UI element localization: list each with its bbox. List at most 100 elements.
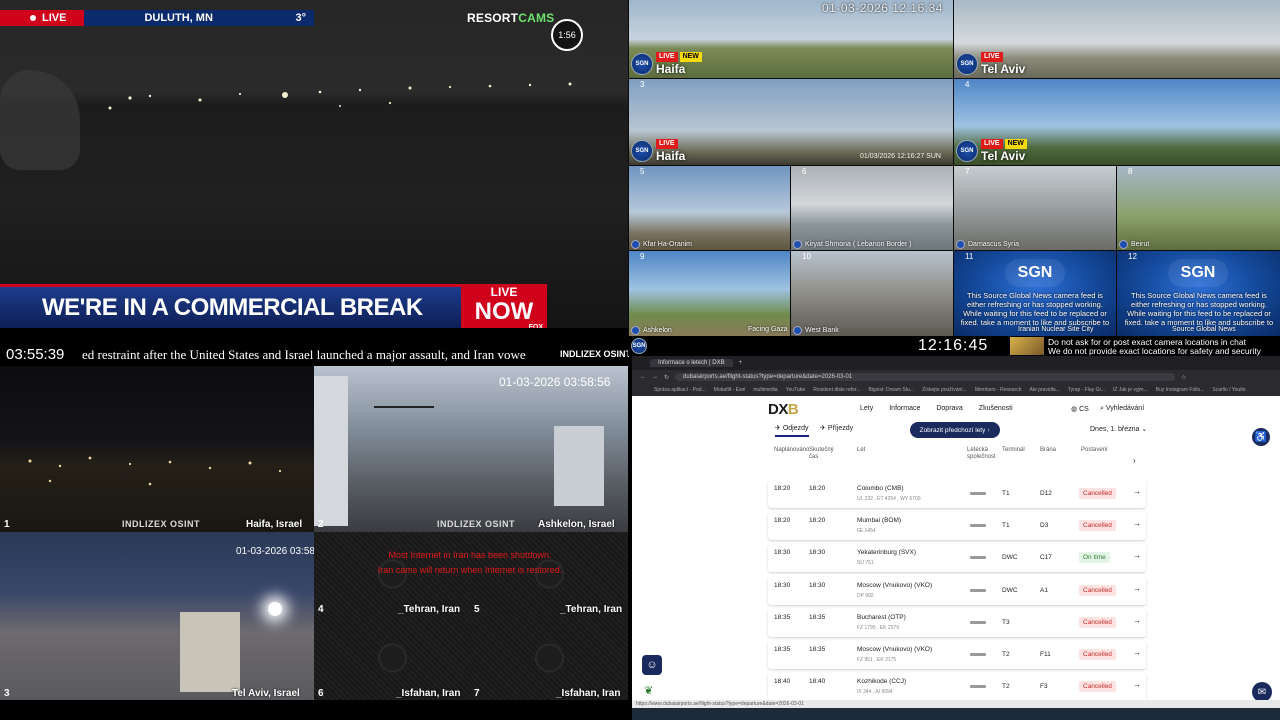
language-switch[interactable]: ◍ CS (1071, 405, 1089, 413)
header-status: Postavení (1081, 447, 1108, 453)
flight-gate: F11 (1040, 651, 1051, 658)
cam-number: 12 (1128, 252, 1137, 261)
cam-kfar-ha-oranim[interactable] (629, 166, 790, 250)
bookmark-item[interactable]: Buy Instagram Follo... (1156, 387, 1205, 393)
cam-location-label: Ashkelon, Israel (538, 519, 615, 530)
cam-label-west-bank: West Bank (793, 326, 839, 335)
flight-actual-time: 18:20 (809, 485, 826, 492)
flight-terminal: T3 (1002, 619, 1010, 626)
bookmark-item[interactable]: Správa aplikací - Pod... (654, 387, 706, 393)
chat-bubble-icon[interactable]: ✉ (1252, 682, 1272, 702)
cam-kiryat-shmona[interactable] (791, 166, 953, 250)
cams-return-message: Iran cams will return when Internet is r… (377, 565, 563, 575)
sgn-badge-tel-aviv: SGN LIVE Tel Aviv (956, 52, 1025, 76)
chevron-right-icon[interactable]: › (1133, 456, 1136, 465)
bookmark-item[interactable]: YouTube (786, 387, 806, 393)
flight-destination: Yekaterinburg (SVX) (857, 549, 917, 556)
url-input[interactable]: dubaiairports.ae/flight-status?type=depa… (675, 373, 1176, 381)
browser-tab[interactable]: Informace o letech | DXB (650, 359, 733, 367)
flight-row[interactable]: 18:35 18:35 Moscow (Vnukovo) (VKO) FZ 95… (768, 641, 1146, 669)
flight-codes: 6E 1454 (857, 528, 876, 534)
flight-row[interactable]: 18:30 18:30 Yekaterinburg (SVX) SU 751 D… (768, 544, 1146, 572)
date-selector[interactable]: Dnes, 1. března ⌄ (1090, 425, 1147, 433)
bookmark-item[interactable]: Resident dtsle refer... (813, 387, 860, 393)
bookmark-item[interactable]: Získejte používání... (922, 387, 967, 393)
tab-departures[interactable]: ✈ Odjezdy (775, 424, 809, 437)
bookmark-item[interactable]: Ale pravidla... (1030, 387, 1060, 393)
sgn-city-label: Haifa (656, 149, 686, 163)
cam-tel-aviv-israel[interactable] (0, 532, 314, 700)
search-link[interactable]: ⌕ Vyhledávání (1100, 405, 1144, 413)
flight-scheduled-time: 18:30 (774, 549, 791, 556)
cam-number: 6 (318, 688, 324, 699)
bookmark-item[interactable]: IZ Jak je vyjm... (1113, 387, 1148, 393)
flight-row[interactable]: 18:35 18:35 Bucharest (OTP) FZ 1795 , EK… (768, 609, 1146, 637)
flight-row[interactable]: 18:20 18:20 Mumbai (BOM) 6E 1454 T1 D3 C… (768, 512, 1146, 540)
header-airline: Letecká společnost (967, 447, 996, 460)
flight-destination: Kozhikode (CCJ) (857, 678, 907, 685)
airline-logo-icon (970, 685, 986, 688)
bookmark-item[interactable]: Scarllo / Youtlo (1212, 387, 1245, 393)
temperature-label: 3° (295, 12, 306, 24)
cam-location-label: _Isfahan, Iran (396, 688, 461, 699)
flight-status-badge: On time (1079, 552, 1110, 563)
live-now-logo: LIVE NOW FOX (461, 284, 547, 331)
sgn-badge-haifa-3: SGN LIVE Haifa (631, 139, 685, 163)
flight-destination: Colombo (CMB) (857, 485, 904, 492)
tab-arrivals[interactable]: ✈ Příjezdy (820, 424, 853, 432)
airline-logo-icon (970, 621, 986, 624)
reload-icon[interactable]: ↻ (664, 374, 669, 381)
sgn-logo-icon: SGN (956, 53, 978, 75)
bookmark-item[interactable]: Mobafilt - Exel (714, 387, 746, 393)
arrow-right-icon: → (1133, 616, 1141, 625)
browser-status-url: https://www.dubaiairports.ae/flight-stat… (632, 700, 1280, 708)
chevron-down-icon: ⌄ (1141, 426, 1148, 433)
cam-west-bank[interactable] (791, 251, 953, 336)
flight-row[interactable]: 18:40 18:40 Kozhikode (CCJ) IX 344 , AI … (768, 673, 1146, 701)
bookmark-item[interactable]: Tyrap - Flay Gr... (1068, 387, 1105, 393)
sgn-logo-icon: SGN (631, 53, 653, 75)
bookmark-item[interactable]: Bigsist: Dream Stu... (868, 387, 914, 393)
sgn-mini-logo-icon (631, 240, 640, 249)
cam-number: 1 (4, 519, 10, 530)
flight-gate: F3 (1040, 683, 1048, 690)
sgn-city-label: Tel Aviv (981, 62, 1026, 76)
forward-icon[interactable]: → (652, 374, 658, 380)
nav-flights[interactable]: Lety (860, 405, 873, 412)
nav-information[interactable]: Informace (889, 405, 920, 412)
sgn-mini-logo-icon (793, 240, 802, 249)
flight-scheduled-time: 18:30 (774, 582, 791, 589)
leaf-icon[interactable]: ❦ (644, 684, 653, 697)
cam-number: 9 (640, 252, 645, 261)
sgn-logo-icon: SGN (631, 338, 647, 354)
cam-beirut[interactable] (1117, 166, 1280, 250)
cam-ashkelon-israel[interactable] (314, 366, 628, 532)
sgn-badge-haifa: SGN LIVE NEW Haifa (631, 52, 702, 76)
bookmark-item[interactable]: Members - Research (975, 387, 1022, 393)
cam-ashkelon-sgn[interactable] (629, 251, 790, 336)
accessibility-icon[interactable]: ♿ (1252, 428, 1270, 446)
bookmark-item[interactable]: multimedia (753, 387, 777, 393)
live-badge: LIVE (0, 10, 85, 26)
cam-label-kiryat-shmona: Kiryat Shmona ( Lebanon Border ) (793, 240, 912, 249)
dxb-logo[interactable]: DXB (768, 401, 799, 418)
flight-codes: DP 992 (857, 593, 874, 599)
flight-row[interactable]: 18:20 18:20 Colombo (CMB) UL 232 , ET 42… (768, 480, 1146, 508)
chat-icon[interactable]: ☺ (642, 655, 662, 675)
new-tab-button[interactable]: + (739, 360, 743, 366)
nav-transport[interactable]: Doprava (936, 405, 962, 412)
airline-logo-icon (970, 524, 986, 527)
flight-row[interactable]: 18:30 18:30 Moscow (Vnukovo) (VKO) DP 99… (768, 577, 1146, 605)
cam-number: 5 (474, 604, 480, 615)
flag-thumbnail (1010, 337, 1044, 355)
star-icon[interactable]: ☆ (1181, 374, 1186, 381)
flight-terminal: T1 (1002, 522, 1010, 529)
nav-experiences[interactable]: Zkušenosti (979, 405, 1013, 412)
building-left (314, 376, 348, 526)
show-previous-flights-button[interactable]: Zobrazit předchozí lety ↑ (910, 422, 1000, 438)
back-icon[interactable]: ← (640, 374, 646, 380)
cam-damascus[interactable] (954, 166, 1116, 250)
taskbar (632, 708, 1280, 720)
cam-haifa-israel[interactable] (0, 366, 314, 532)
osint-clock: 03:55:39 (6, 344, 71, 366)
